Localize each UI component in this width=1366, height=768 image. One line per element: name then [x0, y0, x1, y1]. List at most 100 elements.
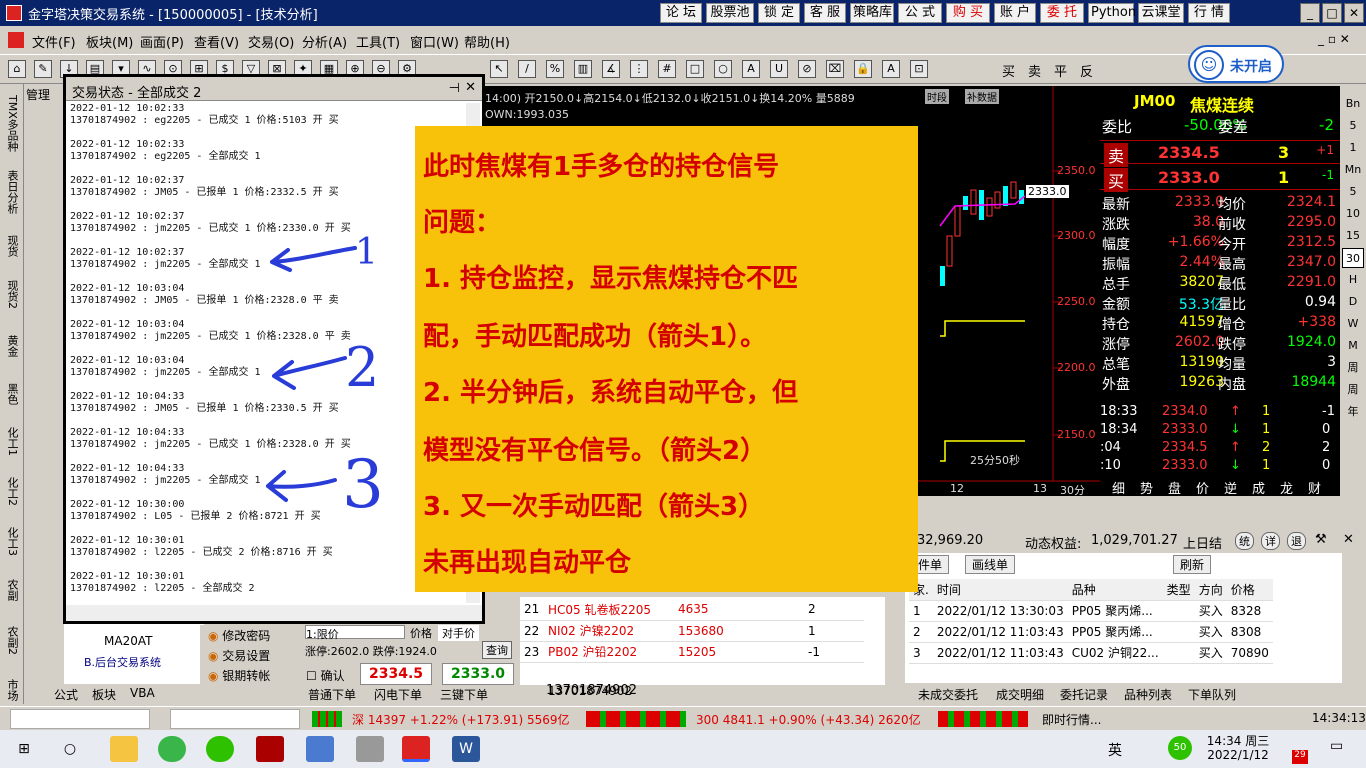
- quote-tab[interactable]: 财: [1308, 478, 1321, 497]
- app-remote-icon[interactable]: [356, 736, 384, 762]
- overlay-text-line[interactable]: 1. 持仓监控，显示焦煤持仓不匹: [423, 258, 798, 295]
- top-button[interactable]: 委 托: [1040, 3, 1084, 23]
- position-row[interactable]: 21 HC05 轧卷板2205 4635 2: [520, 599, 864, 621]
- price-input[interactable]: 对手价: [438, 625, 479, 641]
- overlay-text-line[interactable]: 配，手动匹配成功（箭头1）。: [423, 316, 766, 353]
- account-id-label[interactable]: 13701874902: [548, 684, 632, 698]
- tree-folder[interactable]: B.后台交易系统: [84, 654, 161, 670]
- query-button[interactable]: 查询: [482, 641, 512, 659]
- overlay-text-line[interactable]: 3. 又一次手动匹配（箭头3）: [423, 486, 764, 523]
- windows-start-icon[interactable]: ⊞: [10, 736, 38, 762]
- bottom-right-tab[interactable]: 品种列表: [1124, 686, 1172, 703]
- trade-menu-item[interactable]: ◉ 银期转帐: [208, 667, 270, 684]
- menu-item[interactable]: 文件(F): [32, 32, 76, 51]
- bottom-right-tab[interactable]: 成交明细: [996, 686, 1044, 703]
- drawing-tool-icon[interactable]: #: [658, 60, 676, 78]
- minimize-button[interactable]: _: [1300, 3, 1320, 23]
- chart-period-label[interactable]: 30分: [1060, 482, 1085, 498]
- quote-row[interactable]: 最新 2333.0 均价 2324.1: [1100, 194, 1340, 214]
- period-tab[interactable]: M: [1342, 336, 1364, 356]
- tree-item[interactable]: MA20AT: [104, 634, 152, 648]
- order-row[interactable]: 3 2022/01/12 11:03:43 CU02 沪铜22... 买入 70890: [909, 642, 1273, 664]
- bottom-left-tab[interactable]: 板块: [92, 686, 116, 703]
- left-tab[interactable]: 化工2: [2, 470, 22, 512]
- tick-row[interactable]: 18:34 2333.0 ↓ 1 0: [1100, 422, 1340, 442]
- quote-tab[interactable]: 盘: [1168, 478, 1181, 497]
- app-network-icon[interactable]: [306, 736, 334, 762]
- drawing-tool-icon[interactable]: 🔒: [854, 60, 872, 78]
- drawing-tool-icon[interactable]: ⋮: [630, 60, 648, 78]
- period-tab[interactable]: 15: [1342, 226, 1364, 246]
- bottom-right-tab[interactable]: 下单队列: [1188, 686, 1236, 703]
- trade-quick-button[interactable]: 买: [1002, 61, 1015, 80]
- quote-row[interactable]: 总笔 13190 均量 3: [1100, 354, 1340, 374]
- quote-row[interactable]: 幅度 +1.66% 今开 2312.5: [1100, 234, 1340, 254]
- drawing-tool-icon[interactable]: ⌧: [826, 60, 844, 78]
- position-row[interactable]: 22 NI02 沪镍2202 153680 1: [520, 620, 864, 642]
- bottom-left-tab[interactable]: 公式: [54, 686, 78, 703]
- left-tab[interactable]: 市场: [2, 670, 22, 710]
- sell-row[interactable]: 卖 2334.5 3 +1: [1100, 140, 1340, 167]
- wechat-icon[interactable]: [206, 736, 234, 762]
- top-button[interactable]: 账 户: [994, 3, 1036, 23]
- period-tab[interactable]: Mn: [1342, 160, 1364, 180]
- period-tab[interactable]: 周: [1342, 358, 1364, 378]
- log-entry[interactable]: 2022-01-12 10:02:33 13701874902 : eg2205 …: [70, 103, 468, 127]
- quote-row[interactable]: 涨停 2602.0 跌停 1924.0: [1100, 334, 1340, 354]
- account-action-button[interactable]: 详: [1261, 532, 1280, 550]
- clock-time[interactable]: 14:34 周三: [1206, 732, 1270, 749]
- pin-icon[interactable]: ⊣: [449, 81, 460, 96]
- top-button[interactable]: 股票池: [706, 3, 754, 23]
- overlay-text-line[interactable]: 此时焦煤有1手多仓的持仓信号: [423, 146, 779, 183]
- drawing-tool-icon[interactable]: A: [742, 60, 760, 78]
- period-tab[interactable]: D: [1342, 292, 1364, 312]
- word-icon[interactable]: W: [452, 736, 480, 762]
- top-button[interactable]: 策略库: [850, 3, 894, 23]
- maximize-button[interactable]: □: [1322, 3, 1342, 23]
- log-entry[interactable]: 2022-01-12 10:30:01 13701874902 : l2205 -…: [70, 571, 468, 595]
- trade-quick-button[interactable]: 平: [1054, 61, 1067, 80]
- overlay-text-line[interactable]: 未再出现自动平仓: [423, 542, 631, 579]
- orders-header[interactable]: 方向: [1194, 579, 1227, 601]
- order-row[interactable]: 1 2022/01/12 13:30:03 PP05 聚丙烯... 买入 8328: [909, 600, 1273, 622]
- bottom-right-tab[interactable]: 未成交委托: [918, 686, 978, 703]
- left-tab[interactable]: TMX多品种交: [2, 90, 22, 156]
- drawing-tool-icon[interactable]: U: [770, 60, 788, 78]
- left-tab[interactable]: 农副: [2, 570, 22, 610]
- ime-indicator[interactable]: 英: [1108, 740, 1122, 760]
- period-tab[interactable]: W: [1342, 314, 1364, 334]
- orders-header[interactable]: 时间: [932, 579, 1068, 601]
- menu-item[interactable]: 帮助(H): [464, 32, 510, 51]
- toolbar-icon[interactable]: ⌂: [8, 60, 26, 78]
- app-wh-icon[interactable]: [256, 736, 284, 762]
- period-tab[interactable]: 年: [1342, 402, 1364, 422]
- tick-row[interactable]: :04 2334.5 ↑ 2 2: [1100, 440, 1340, 460]
- notification-badge[interactable]: 29: [1292, 750, 1308, 764]
- left-tab[interactable]: 现货2: [2, 272, 22, 316]
- overlay-text-line[interactable]: 问题：: [423, 202, 501, 239]
- overlay-text-line[interactable]: 模型没有平仓信号。（箭头2）: [423, 430, 766, 467]
- period-tab[interactable]: H: [1342, 270, 1364, 290]
- buy-button[interactable]: 2333.0: [442, 663, 514, 685]
- quote-tab[interactable]: 细: [1112, 478, 1125, 497]
- search-icon[interactable]: ○: [56, 736, 84, 762]
- tray-badge[interactable]: 50: [1168, 736, 1192, 760]
- orders-header[interactable]: 价格: [1226, 579, 1273, 601]
- drawing-tool-icon[interactable]: %: [546, 60, 564, 78]
- top-button[interactable]: 锁 定: [758, 3, 800, 23]
- drawing-tool-icon[interactable]: ▥: [574, 60, 592, 78]
- tick-row[interactable]: 18:33 2334.0 ↑ 1 -1: [1100, 404, 1340, 424]
- y-axis-label[interactable]: 2150.0: [1057, 428, 1096, 441]
- quote-row[interactable]: 金额 53.3亿 量比 0.94: [1100, 294, 1340, 314]
- period-tab[interactable]: 10: [1342, 204, 1364, 224]
- order-type-tab[interactable]: 闪电下单: [374, 686, 422, 703]
- panel-close-icon[interactable]: ✕: [1343, 532, 1354, 547]
- period-tab[interactable]: Bn: [1342, 94, 1364, 114]
- menu-item-icon[interactable]: ◉: [208, 629, 222, 643]
- trade-quick-button[interactable]: 卖: [1028, 61, 1041, 80]
- trade-menu-item[interactable]: ◉ 交易设置: [208, 647, 270, 664]
- left-tab[interactable]: 表日分析: [2, 164, 22, 220]
- log-hscrollbar[interactable]: [66, 605, 482, 621]
- menu-item[interactable]: 窗口(W): [410, 32, 459, 51]
- account-action-button[interactable]: 退: [1287, 532, 1306, 550]
